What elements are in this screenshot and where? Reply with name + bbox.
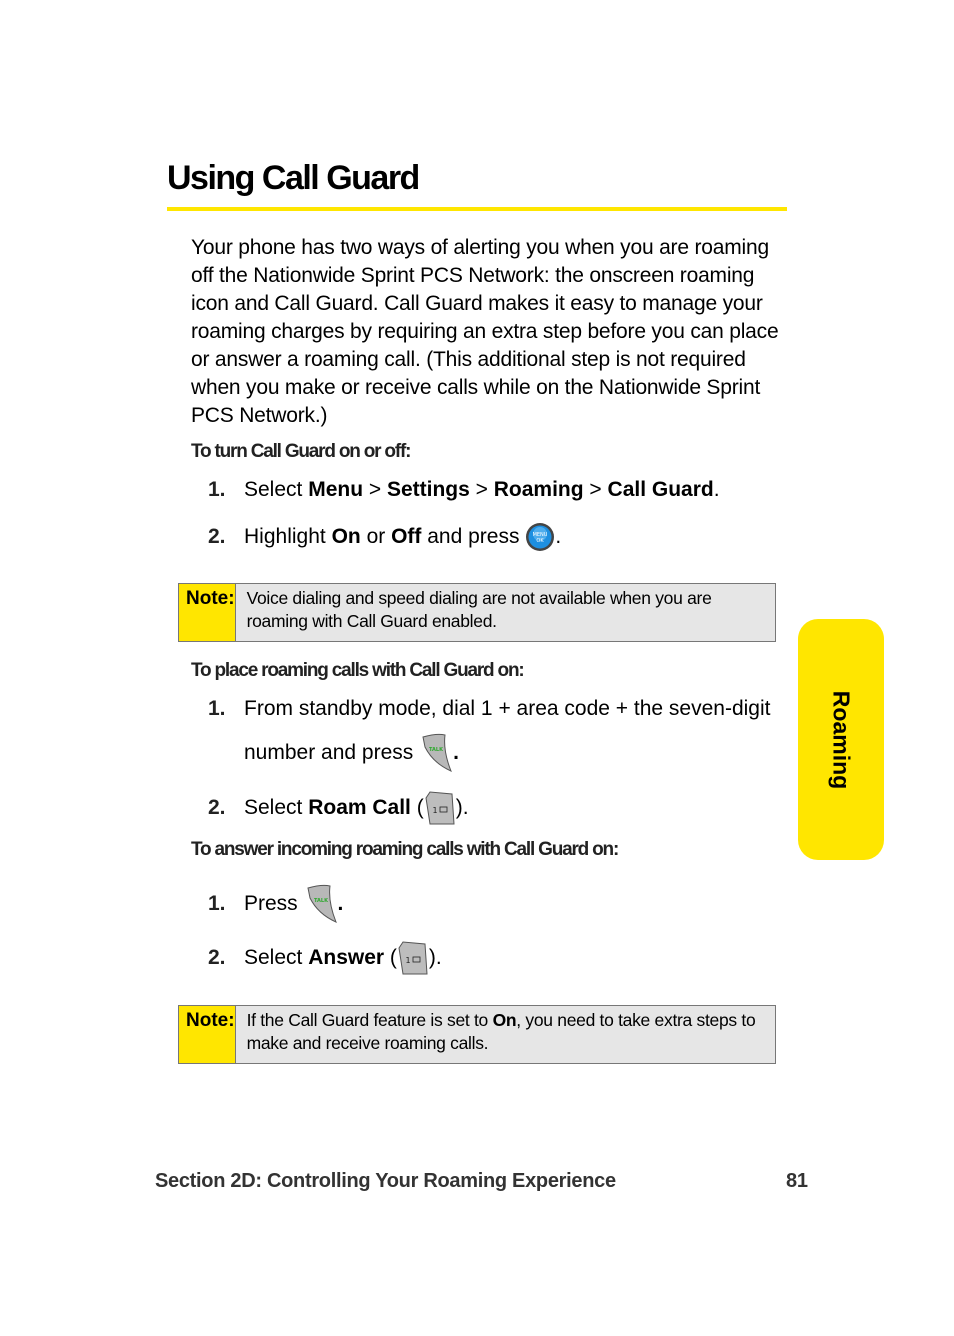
one-key-text: 1	[405, 956, 410, 965]
section-heading-place-calls: To place roaming calls with Call Guard o…	[191, 660, 525, 681]
one-key-text: 1	[432, 806, 437, 815]
footer-page-number: 81	[786, 1170, 808, 1192]
menu-ok-key-icon: MENU OK	[526, 523, 555, 551]
talk-key-icon: TALK	[306, 884, 337, 923]
note-text: If the Call Guard feature is set to On, …	[246, 1010, 756, 1053]
step-select-roam-call: 2. Select Roam Call ( 1 ).	[208, 790, 469, 826]
note-box-call-guard-on: Note: If the Call Guard feature is set t…	[178, 1005, 776, 1064]
option-off: Off	[391, 525, 422, 548]
section-side-tab: Roaming	[798, 619, 884, 860]
note-text: Voice dialing and speed dialing are not …	[246, 588, 712, 631]
step-highlight-on-off: 2. Highlight On or Off and press MENU OK…	[208, 522, 561, 552]
step-select-menu: 1. Select Menu > Settings > Roaming > Ca…	[208, 478, 720, 501]
option-roam-call: Roam Call	[308, 796, 411, 819]
intro-paragraph: Your phone has two ways of alerting you …	[191, 236, 779, 427]
step-select-answer: 2. Select Answer ( 1 ).	[208, 940, 442, 976]
section-heading-answer-calls: To answer incoming roaming calls with Ca…	[191, 839, 619, 860]
note-box-voice-dialing: Note: Voice dialing and speed dialing ar…	[178, 583, 776, 642]
page-title: Using Call Guard	[167, 159, 420, 197]
step-dial-number-line1: 1. From standby mode, dial 1 + area code…	[208, 697, 771, 720]
step-number: 1.	[208, 478, 226, 501]
option-answer: Answer	[308, 946, 385, 969]
talk-key-text: TALK	[429, 747, 444, 753]
menu-path-roaming: Roaming	[493, 478, 584, 501]
step-press-talk: 1. Press TALK .	[208, 884, 343, 924]
title-underline	[167, 207, 787, 211]
talk-key-icon: TALK	[422, 733, 453, 772]
menu-path-call-guard: Call Guard	[607, 478, 714, 501]
option-on: On	[331, 525, 361, 548]
talk-key-text: TALK	[314, 898, 329, 904]
note-label: Note:	[179, 1006, 236, 1063]
ok-key-text: OK	[537, 538, 545, 544]
menu-path-settings: Settings	[386, 478, 470, 501]
section-heading-turn-on-off: To turn Call Guard on or off:	[191, 441, 411, 462]
footer-section-title: Section 2D: Controlling Your Roaming Exp…	[155, 1170, 616, 1192]
menu-path-menu: Menu	[308, 478, 364, 501]
side-tab-label: Roaming	[828, 690, 855, 789]
one-key-icon: 1	[398, 941, 428, 975]
step-dial-number-line2: number and press TALK .	[244, 733, 459, 773]
note-label: Note:	[179, 584, 236, 641]
one-key-icon: 1	[425, 791, 455, 825]
